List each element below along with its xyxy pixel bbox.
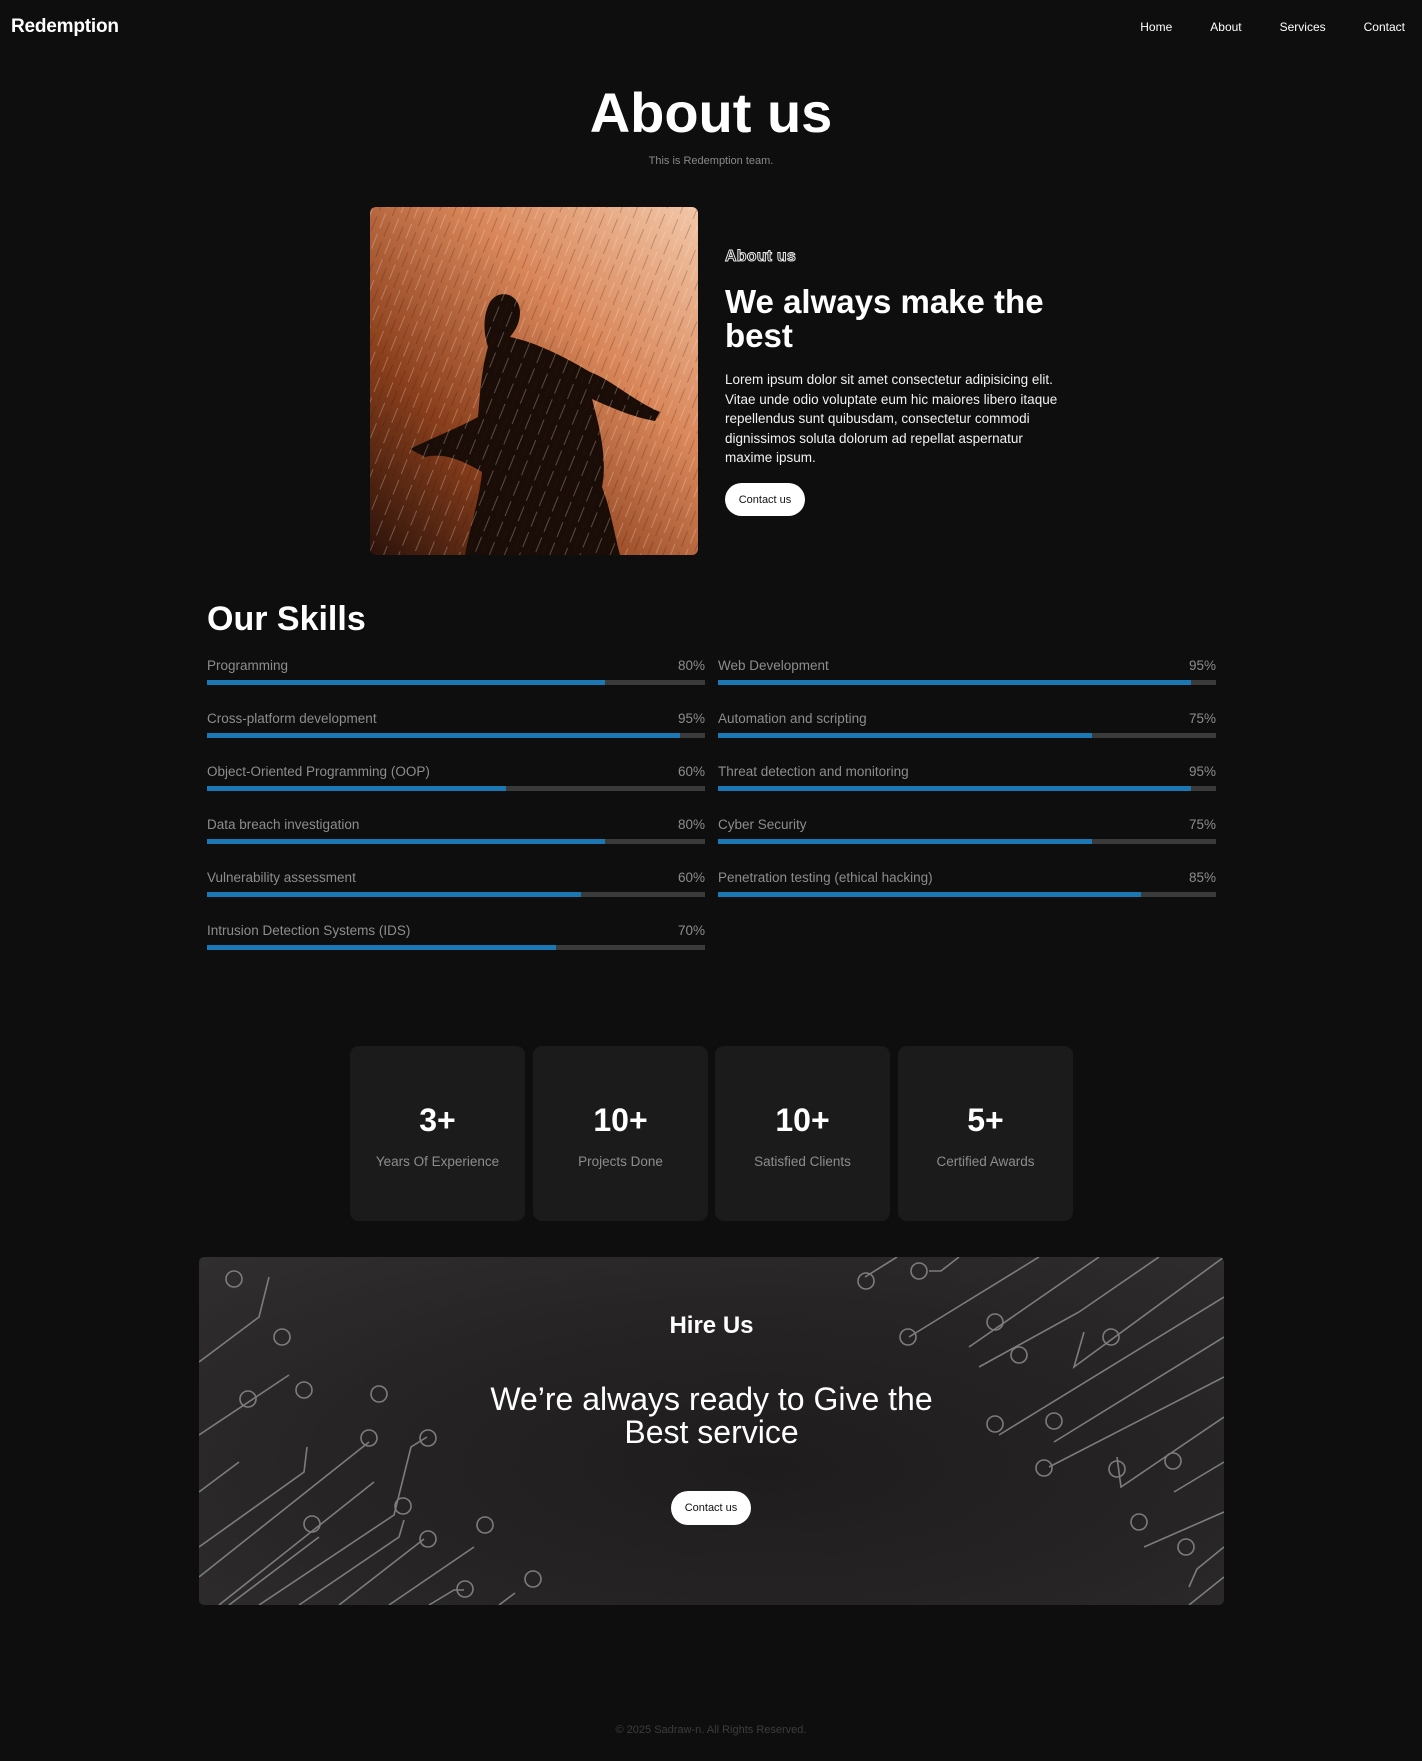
skill-percent: 80% — [677, 817, 705, 832]
stat-card: 5+ Certified Awards — [898, 1046, 1073, 1221]
hire-tagline-line2: Best service — [624, 1414, 799, 1450]
skill-progress-fill — [718, 680, 1192, 685]
skill-percent: 95% — [1188, 658, 1216, 673]
stat-value: 10+ — [593, 1102, 648, 1138]
footer-copyright: © 2025 Sadraw-n. All Rights Reserved. — [615, 1724, 807, 1736]
skill-progress-track — [718, 892, 1216, 897]
skill-row: Vulnerability assessment 60% — [207, 870, 705, 914]
skill-percent: 60% — [677, 870, 705, 885]
site-logo[interactable]: Redemption — [11, 16, 119, 38]
skill-name: Web Development — [718, 658, 829, 673]
skill-name: Cyber Security — [718, 817, 807, 832]
skill-progress-fill — [207, 733, 681, 738]
stat-value: 3+ — [419, 1102, 456, 1138]
skill-row: Threat detection and monitoring 95% — [718, 764, 1216, 808]
stat-label: Satisfied Clients — [754, 1154, 851, 1169]
skill-progress-track — [718, 839, 1216, 844]
skill-progress-fill — [207, 680, 606, 685]
skill-percent: 60% — [677, 764, 705, 779]
page-title: About us — [589, 81, 833, 144]
page-subtitle: This is Redemption team. — [648, 155, 774, 167]
stat-card: 10+ Projects Done — [533, 1046, 708, 1221]
skill-progress-track — [718, 680, 1216, 685]
skill-name: Vulnerability assessment — [207, 870, 356, 885]
hire-tagline-line1: We’re always ready to Give the — [490, 1381, 933, 1417]
stat-value: 10+ — [775, 1102, 830, 1138]
nav-services[interactable]: Services — [1280, 20, 1326, 34]
about-photo — [370, 207, 698, 555]
about-eyebrow: About us — [725, 248, 797, 266]
skill-progress-track — [207, 892, 705, 897]
about-heading: We always make the best — [725, 283, 1044, 354]
skill-row: Automation and scripting 75% — [718, 711, 1216, 755]
skill-percent: 95% — [1188, 764, 1216, 779]
skill-progress-fill — [207, 892, 581, 897]
nav-home[interactable]: Home — [1140, 20, 1172, 34]
skill-row: Web Development 95% — [718, 658, 1216, 702]
skill-name: Cross-platform development — [207, 711, 377, 726]
skill-row: Penetration testing (ethical hacking) 85% — [718, 870, 1216, 914]
hire-contact-button[interactable]: Contact us — [671, 1491, 751, 1525]
skill-progress-fill — [718, 733, 1092, 738]
skill-percent: 95% — [677, 711, 705, 726]
skill-row: Object-Oriented Programming (OOP) 60% — [207, 764, 705, 808]
skill-progress-fill — [718, 839, 1092, 844]
skill-progress-track — [207, 733, 705, 738]
skill-name: Automation and scripting — [718, 711, 867, 726]
stat-label: Projects Done — [578, 1154, 663, 1169]
skill-progress-track — [207, 786, 705, 791]
skill-progress-track — [718, 786, 1216, 791]
skill-progress-track — [207, 945, 705, 950]
skill-name: Penetration testing (ethical hacking) — [718, 870, 933, 885]
skill-progress-fill — [718, 786, 1192, 791]
skill-row: Cyber Security 75% — [718, 817, 1216, 861]
nav-contact[interactable]: Contact — [1364, 20, 1405, 34]
skill-progress-fill — [207, 786, 506, 791]
skill-percent: 75% — [1188, 817, 1216, 832]
hire-banner: Hire Us We’re always ready to Give the B… — [199, 1257, 1224, 1605]
stat-card: 10+ Satisfied Clients — [715, 1046, 890, 1221]
skill-row: Intrusion Detection Systems (IDS) 70% — [207, 923, 705, 967]
main-nav: Home About Services Contact — [1140, 20, 1405, 34]
skill-name: Threat detection and monitoring — [718, 764, 909, 779]
skill-row: Data breach investigation 80% — [207, 817, 705, 861]
hire-tagline: We’re always ready to Give the Best serv… — [199, 1383, 1224, 1449]
skill-name: Programming — [207, 658, 289, 673]
skill-percent: 75% — [1188, 711, 1216, 726]
stat-label: Years Of Experience — [375, 1154, 500, 1169]
skill-progress-track — [718, 733, 1216, 738]
skill-percent: 80% — [677, 658, 705, 673]
stat-card: 3+ Years Of Experience — [350, 1046, 525, 1221]
stat-value: 5+ — [967, 1102, 1004, 1138]
skill-progress-fill — [207, 839, 606, 844]
skill-progress-track — [207, 839, 705, 844]
skills-title: Our Skills — [207, 600, 366, 638]
skill-row: Cross-platform development 95% — [207, 711, 705, 755]
skill-progress-fill — [718, 892, 1142, 897]
skill-progress-track — [207, 680, 705, 685]
stat-label: Certified Awards — [936, 1154, 1035, 1169]
skill-name: Object-Oriented Programming (OOP) — [207, 764, 430, 779]
skill-name: Intrusion Detection Systems (IDS) — [207, 923, 411, 938]
skill-name: Data breach investigation — [207, 817, 360, 832]
skill-percent: 70% — [677, 923, 705, 938]
man-in-rain-image — [370, 207, 698, 555]
hire-title: Hire Us — [669, 1312, 754, 1339]
skill-percent: 85% — [1188, 870, 1216, 885]
skill-row: Programming 80% — [207, 658, 705, 702]
skill-progress-fill — [207, 945, 556, 950]
nav-about[interactable]: About — [1210, 20, 1241, 34]
about-contact-button[interactable]: Contact us — [725, 483, 805, 516]
about-description: Lorem ipsum dolor sit amet consectetur a… — [725, 372, 1058, 466]
